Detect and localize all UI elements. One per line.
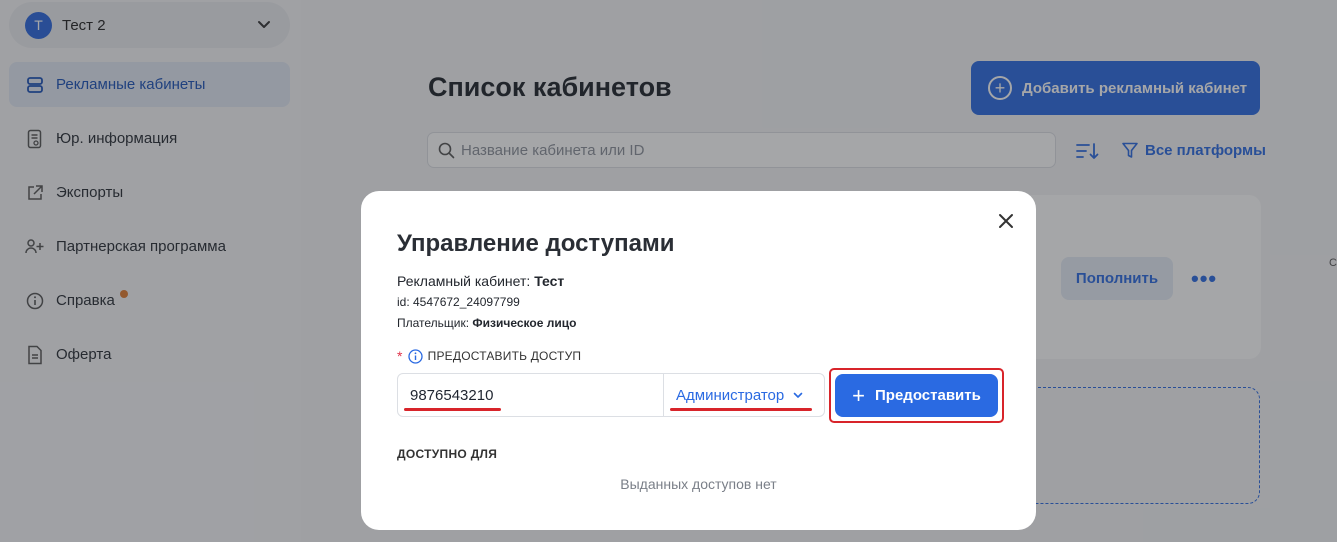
- access-management-modal: Управление доступами Рекламный кабинет: …: [361, 191, 1036, 530]
- grant-access-form: 9876543210 Администратор: [397, 373, 825, 417]
- highlight-underline: [670, 408, 812, 411]
- highlight-underline: [404, 408, 501, 411]
- role-value: Администратор: [676, 386, 785, 404]
- grant-access-text: ПРЕДОСТАВИТЬ ДОСТУП: [427, 349, 582, 363]
- cabinet-label: Рекламный кабинет:: [397, 273, 535, 289]
- chevron-down-icon: [793, 392, 803, 398]
- empty-access-message: Выданных доступов нет: [620, 476, 777, 492]
- available-for-label: ДОСТУПНО ДЛЯ: [397, 447, 498, 461]
- cabinet-info: Рекламный кабинет: Тест: [397, 273, 564, 289]
- info-icon[interactable]: [408, 348, 423, 364]
- grant-access-label: * ПРЕДОСТАВИТЬ ДОСТУП: [397, 348, 581, 364]
- grant-access-button-label: Предоставить: [875, 387, 981, 404]
- user-id-value: 9876543210: [410, 386, 494, 404]
- required-mark: *: [397, 348, 403, 364]
- cabinet-id: id: 4547672_24097799: [397, 295, 520, 309]
- payer-info: Плательщик: Физическое лицо: [397, 316, 576, 330]
- close-icon[interactable]: [996, 211, 1016, 231]
- cabinet-name: Тест: [534, 273, 565, 289]
- role-select[interactable]: Администратор: [664, 374, 824, 416]
- plus-icon: +: [852, 382, 866, 408]
- payer-label: Плательщик:: [397, 316, 473, 330]
- user-id-input[interactable]: 9876543210: [398, 374, 664, 416]
- grant-access-button[interactable]: + Предоставить: [835, 374, 998, 417]
- modal-title: Управление доступами: [397, 230, 675, 257]
- payer-value: Физическое лицо: [472, 316, 577, 330]
